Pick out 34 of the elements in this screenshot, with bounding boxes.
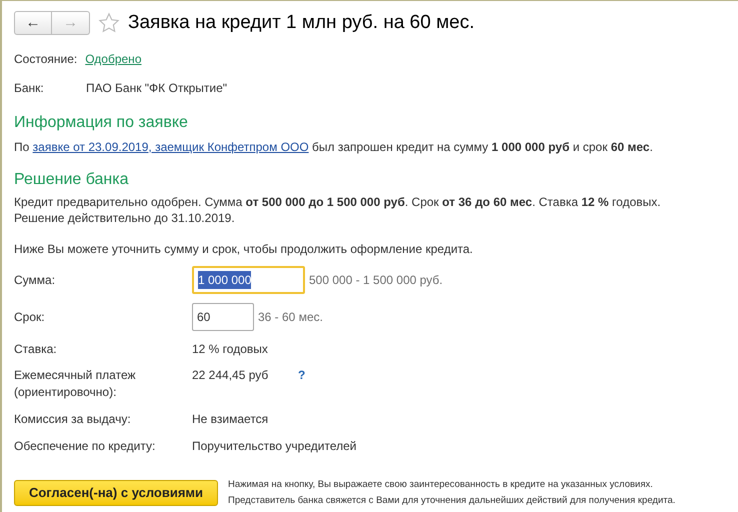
range-hint: 500 000 - 1 500 000 руб.	[309, 272, 443, 288]
field-value: 12 % годовых	[192, 340, 268, 358]
back-button[interactable]: ←	[14, 11, 52, 36]
field-value: 22 244,45 руб	[192, 366, 270, 384]
input-field[interactable]: 60	[192, 302, 254, 330]
agree-button[interactable]: Согласен(-на) с условиями	[14, 480, 218, 506]
input-field[interactable]: 1 000 000	[192, 266, 305, 294]
field-label: Ежемесячный платеж (ориентировочно):	[14, 366, 137, 400]
window-title: Заявка на кредит 1 млн руб. на 60 мес.	[128, 11, 474, 35]
field-label: Срок:	[14, 308, 46, 326]
status-label: Состояние:	[14, 50, 78, 68]
bank-name: ПАО Банк "ФК Открытие"	[86, 80, 228, 96]
section-heading: Решение банка	[14, 170, 130, 190]
agree-note: Нажимая на кнопку, Вы выражаете свою заинтересованность в кредите на указанных условиях.	[228, 478, 654, 492]
field-value: 1 000 000	[198, 270, 252, 288]
field-label: Сумма:	[14, 272, 56, 288]
agree-note: Представитель банка свяжется с Вами для уточнения дальнейших действий для получения кредита.	[228, 494, 676, 508]
field-label: Комиссия за выдачу:	[14, 410, 132, 428]
star-icon[interactable]	[98, 12, 120, 34]
help-button[interactable]: ?	[298, 366, 306, 384]
field-value: Не взимается	[192, 410, 268, 428]
bank-label: Банк:	[14, 80, 45, 96]
info-paragraph: По заявке от 23.09.2019, заемщик Конфетпром ООО был запрошен кредит на сумму 1 000 000 руб и срок 60 мес.	[14, 138, 654, 156]
range-hint: 36 - 60 мес.	[258, 308, 323, 326]
validity-text: Решение действительно до 31.10.2019.	[14, 210, 236, 226]
status-link[interactable]: Одобрено	[85, 50, 142, 68]
section-heading: Информация по заявке	[14, 112, 189, 132]
note-text: Ниже Вы можете уточнить сумму и срок, чтобы продолжить оформление кредита.	[14, 240, 474, 258]
field-label: Обеспечение по кредиту:	[14, 438, 156, 454]
decision-text: Кредит предварительно одобрен. Сумма от 500 000 до 1 500 000 руб. Срок от 36 до 60 мес. Ставка 12 % годовых.	[14, 194, 662, 210]
field-value: Поручительство учредителей	[192, 438, 356, 454]
field-value: 60	[197, 308, 210, 326]
field-label: Ставка:	[14, 340, 58, 358]
request-link[interactable]: заявке от 23.09.2019, заемщик Конфетпром ООО	[32, 140, 309, 154]
